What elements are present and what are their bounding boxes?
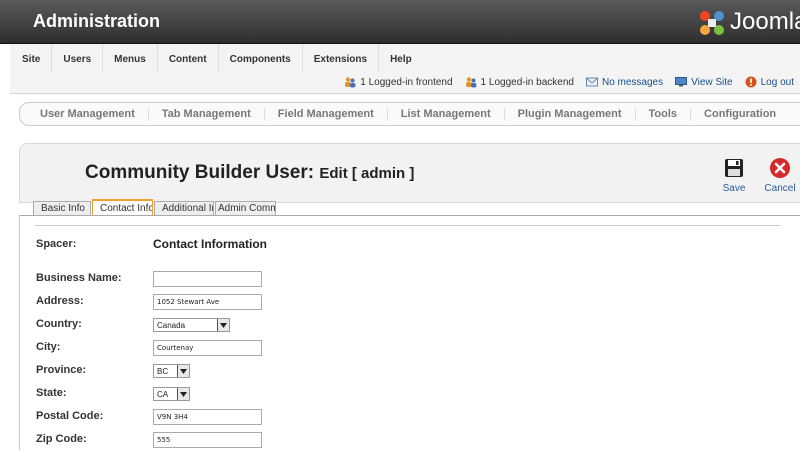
section-heading: Contact Information bbox=[153, 237, 267, 251]
province-select[interactable]: BC bbox=[153, 364, 190, 378]
country-select[interactable]: Canada bbox=[153, 318, 230, 332]
menu-item-menus[interactable]: Menus bbox=[103, 44, 158, 72]
address-label: Address: bbox=[36, 295, 84, 307]
submenu-user-management[interactable]: User Management bbox=[20, 107, 149, 121]
view-site-text: View Site bbox=[691, 76, 733, 88]
chevron-down-icon bbox=[177, 388, 189, 400]
messages-text: No messages bbox=[601, 76, 664, 88]
messages-link[interactable]: No messages bbox=[585, 76, 664, 88]
main-menu-bar: Site Users Menus Content Components Exte… bbox=[10, 44, 800, 94]
submenu-list-management[interactable]: List Management bbox=[388, 107, 505, 121]
menu-item-users[interactable]: Users bbox=[52, 44, 104, 72]
chevron-down-icon bbox=[177, 365, 189, 377]
state-select[interactable]: CA bbox=[153, 387, 190, 401]
floppy-disk-icon bbox=[725, 159, 743, 177]
province-select-value: BC bbox=[157, 366, 169, 376]
divider bbox=[20, 215, 800, 216]
status-frontend: 1 Logged-in frontend bbox=[344, 76, 453, 88]
cancel-button[interactable]: Cancel bbox=[760, 156, 800, 194]
view-site-link[interactable]: View Site bbox=[675, 77, 733, 88]
users-backend-icon bbox=[465, 77, 477, 88]
status-frontend-text: 1 Logged-in frontend bbox=[360, 76, 453, 88]
users-frontend-icon bbox=[345, 77, 356, 88]
tab-basic-info[interactable]: Basic Info bbox=[33, 201, 91, 216]
submenu-field-management[interactable]: Field Management bbox=[265, 107, 388, 121]
monitor-icon bbox=[675, 77, 688, 87]
cancel-label: Cancel bbox=[764, 183, 796, 194]
province-label: Province: bbox=[36, 364, 87, 376]
menu-item-help[interactable]: Help bbox=[379, 44, 423, 72]
page-title-main: Community Builder User: bbox=[85, 162, 315, 183]
save-label: Save bbox=[722, 183, 746, 194]
header-bar: Administration Joomla bbox=[0, 0, 800, 44]
spacer-label: Spacer: bbox=[36, 238, 77, 250]
logout-link[interactable]: Log out bbox=[745, 76, 794, 88]
business-name-field[interactable] bbox=[153, 271, 262, 287]
page-title: Community Builder User: Edit [ admin ] bbox=[85, 162, 414, 184]
chevron-down-icon bbox=[217, 319, 229, 331]
status-bar: 1 Logged-in frontend 1 Logged-in backend… bbox=[344, 72, 800, 92]
envelope-icon bbox=[585, 77, 598, 87]
submenu-configuration[interactable]: Configuration bbox=[691, 108, 789, 121]
postal-code-label: Postal Code: bbox=[36, 410, 104, 422]
city-label: City: bbox=[36, 341, 61, 353]
menu-item-components[interactable]: Components bbox=[219, 44, 303, 72]
cancel-circle-icon bbox=[770, 158, 790, 178]
menu-item-site[interactable]: Site bbox=[10, 44, 53, 72]
submenu-plugin-management[interactable]: Plugin Management bbox=[505, 107, 636, 121]
logout-icon bbox=[745, 76, 757, 88]
logo-text: Joomla bbox=[730, 8, 800, 35]
submenu-tools[interactable]: Tools bbox=[636, 107, 692, 121]
tab-admin-comments[interactable]: Admin Comments bbox=[215, 201, 276, 216]
save-button[interactable]: Save bbox=[714, 156, 754, 194]
submenu-area: User Management Tab Management Field Man… bbox=[10, 94, 800, 138]
component-submenu: User Management Tab Management Field Man… bbox=[19, 102, 800, 126]
address-field[interactable]: 1052 Stewart Ave bbox=[153, 294, 262, 310]
country-select-value: Canada bbox=[157, 320, 186, 330]
country-label: Country: bbox=[36, 318, 82, 330]
zip-code-field[interactable]: 555 bbox=[153, 432, 262, 448]
page-title-sub: Edit [ admin ] bbox=[319, 165, 415, 182]
tab-bar: Basic Info Contact Info Additional Info … bbox=[33, 199, 277, 216]
logout-text: Log out bbox=[760, 76, 794, 88]
divider bbox=[35, 225, 780, 226]
page-toolbar: Community Builder User: Edit [ admin ] S… bbox=[19, 143, 800, 203]
app-title: Administration bbox=[33, 11, 161, 31]
contact-info-panel: Spacer: Contact Information Business Nam… bbox=[19, 215, 800, 450]
status-backend: 1 Logged-in backend bbox=[465, 76, 574, 88]
submenu-tab-management[interactable]: Tab Management bbox=[149, 107, 265, 121]
status-backend-text: 1 Logged-in backend bbox=[480, 76, 574, 88]
menu-item-content[interactable]: Content bbox=[158, 44, 219, 72]
postal-code-field[interactable]: V9N 3H4 bbox=[153, 409, 262, 425]
tab-contact-info[interactable]: Contact Info bbox=[92, 199, 153, 216]
joomla-logo-icon bbox=[700, 11, 724, 35]
business-name-label: Business Name: bbox=[36, 272, 122, 284]
menu-item-extensions[interactable]: Extensions bbox=[303, 44, 380, 72]
tab-additional-info[interactable]: Additional Info bbox=[154, 201, 214, 216]
state-select-value: CA bbox=[157, 389, 169, 399]
city-field[interactable]: Courtenay bbox=[153, 340, 262, 356]
state-label: State: bbox=[36, 387, 67, 399]
main-menu: Site Users Menus Content Components Exte… bbox=[10, 44, 423, 72]
zip-code-label: Zip Code: bbox=[36, 433, 87, 445]
